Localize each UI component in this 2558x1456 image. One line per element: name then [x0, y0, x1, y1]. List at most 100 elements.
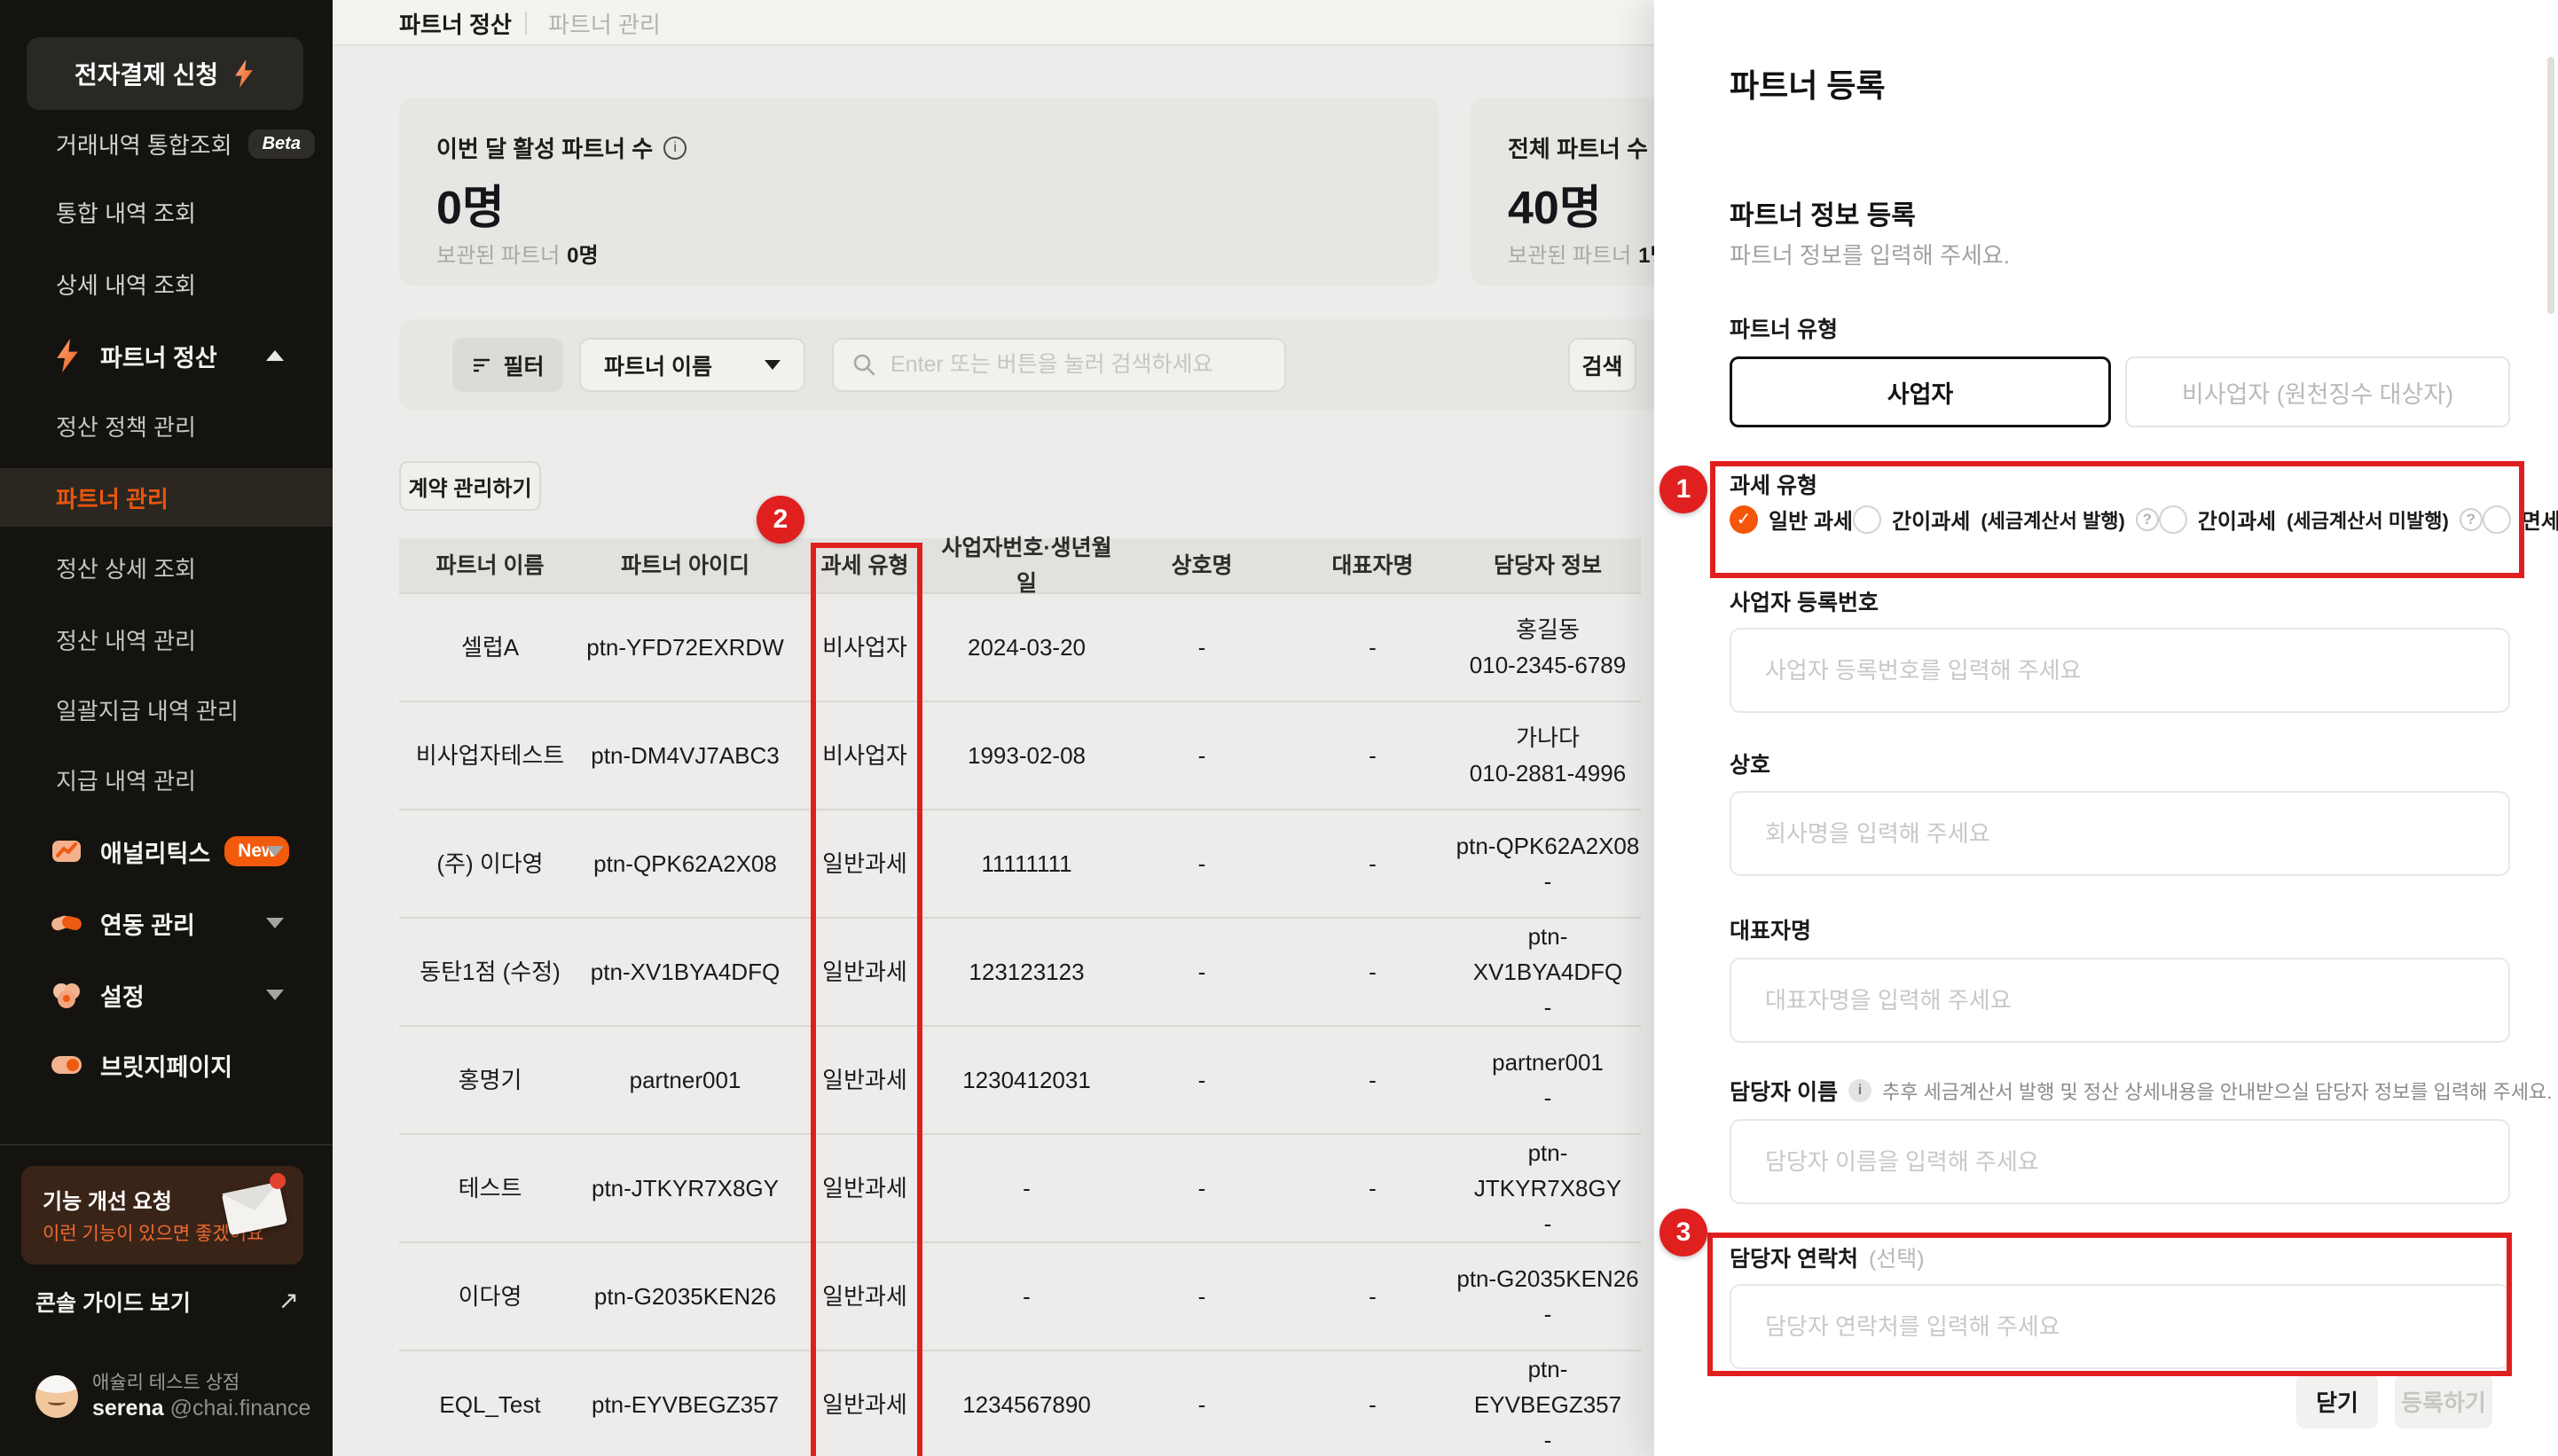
ceo-name-input[interactable]: [1730, 958, 2510, 1043]
drawer-section-desc: 파트너 정보를 입력해 주세요.: [1730, 238, 2010, 270]
cell-name: 이다영: [399, 1279, 581, 1314]
cell-biz: 1993-02-08: [940, 738, 1113, 773]
cell-biz: 1230412031: [940, 1062, 1113, 1098]
cell-contact: ptn-JTKYR7X8GY-: [1455, 1135, 1641, 1241]
sidebar-item-detail-history[interactable]: 상세 내역 조회: [0, 257, 333, 310]
feature-request-card[interactable]: 기능 개선 요청 이런 기능이 있으면 좋겠어요: [21, 1166, 303, 1264]
search-icon: [851, 352, 876, 377]
search-field-dropdown[interactable]: 파트너 이름: [579, 338, 805, 392]
radio-checked-icon: ✓: [1730, 505, 1758, 534]
toggle-icon: [49, 1047, 84, 1083]
trade-name-input[interactable]: [1730, 791, 2510, 876]
partner-type-label: 파트너 유형: [1730, 312, 1838, 344]
sidebar-section-analytics[interactable]: 애널리틱스 New: [0, 825, 333, 878]
biz-number-label: 사업자 등록번호: [1730, 585, 1879, 617]
type-option-business[interactable]: 사업자: [1730, 356, 2111, 427]
table-row[interactable]: 이다영 ptn-G2035KEN26 일반과세 - - - ptn-G2035K…: [399, 1241, 1641, 1350]
e-payment-apply-button[interactable]: 전자결제 신청: [27, 37, 303, 110]
cell-tax: 일반과세: [789, 1062, 940, 1098]
cell-trade: -: [1113, 738, 1291, 773]
cell-pid: ptn-G2035KEN26: [581, 1279, 789, 1314]
cell-ceo: -: [1291, 846, 1455, 881]
console-guide-link[interactable]: 콘솔 가이드 보기: [35, 1284, 302, 1319]
search-button[interactable]: 검색: [1568, 338, 1636, 392]
sidebar-item-bulk-payment[interactable]: 일괄지급 내역 관리: [0, 683, 333, 736]
manager-name-input[interactable]: [1730, 1119, 2510, 1204]
cell-biz: -: [940, 1279, 1113, 1314]
manager-contact-field-wrap: [1730, 1284, 2510, 1369]
sidebar-section-partner-settlement[interactable]: 파트너 정산: [0, 329, 333, 382]
sidebar-divider: [0, 1144, 333, 1146]
cell-trade: -: [1113, 954, 1291, 990]
cell-name: EQL_Test: [399, 1387, 581, 1422]
cell-name: (주) 이다영: [399, 846, 581, 881]
table-row[interactable]: EQL_Test ptn-EYVBEGZ357 일반과세 1234567890 …: [399, 1350, 1641, 1456]
store-name: 애슐리 테스트 상점: [92, 1372, 310, 1395]
info-icon[interactable]: i: [663, 137, 687, 160]
ceo-name-field-wrap: [1730, 958, 2510, 1043]
profile-section[interactable]: 애슐리 테스트 상점 serena @chai.finance: [35, 1366, 319, 1428]
cell-name: 비사업자테스트: [399, 738, 581, 773]
sidebar-item-partner-management[interactable]: 파트너 관리: [0, 471, 333, 524]
tax-type-radio-group: ✓ 일반 과세 간이과세 (세금계산서 발행) ? 간이과세 (세금계산서 미발…: [1730, 504, 2503, 535]
type-option-individual[interactable]: 비사업자 (원천징수 대상자): [2125, 356, 2510, 427]
cell-biz: -: [940, 1170, 1113, 1206]
help-icon[interactable]: ?: [2460, 508, 2483, 531]
biz-number-input[interactable]: [1730, 628, 2510, 713]
radio-tax-free[interactable]: 면세: [2483, 504, 2558, 535]
stat-label: 이번 달 활성 파트너 수 i: [436, 131, 687, 164]
sidebar-section-settings[interactable]: 설정: [0, 968, 333, 1022]
help-icon[interactable]: ?: [2136, 508, 2159, 531]
envelope-icon: [222, 1182, 288, 1236]
submit-button[interactable]: 등록하기: [2395, 1374, 2492, 1429]
cell-contact: 홍길동010-2345-6789: [1455, 612, 1641, 683]
tab-partner-management[interactable]: 파트너 관리: [548, 0, 661, 46]
manager-contact-input[interactable]: [1730, 1284, 2510, 1369]
filter-button[interactable]: 필터: [452, 338, 563, 392]
sidebar-item-settlement-history[interactable]: 정산 내역 관리: [0, 613, 333, 666]
sidebar-item-integrated-history[interactable]: 통합 내역 조회: [0, 185, 333, 239]
cell-pid: partner001: [581, 1062, 789, 1098]
cta-label: 전자결제 신청: [75, 56, 218, 91]
close-button[interactable]: 닫기: [2296, 1374, 2378, 1429]
info-icon[interactable]: i: [1848, 1079, 1871, 1102]
cell-contact: ptn-G2035KEN26-: [1455, 1261, 1641, 1332]
table-row[interactable]: 동탄1점 (수정) ptn-XV1BYA4DFQ 일반과세 123123123 …: [399, 917, 1641, 1025]
link-pills-icon: [49, 905, 84, 941]
table-row[interactable]: 홍명기 partner001 일반과세 1230412031 - - partn…: [399, 1025, 1641, 1133]
cell-pid: ptn-QPK62A2X08: [581, 846, 789, 881]
sidebar-section-bridgepage[interactable]: 브릿지페이지: [0, 1038, 333, 1092]
sidebar-item-transactions[interactable]: 거래내역 통합조회 Beta: [0, 117, 333, 170]
tab-partner-settlement[interactable]: 파트너 정산: [399, 0, 512, 46]
sidebar-section-integration[interactable]: 연동 관리: [0, 896, 333, 950]
table-row[interactable]: (주) 이다영 ptn-QPK62A2X08 일반과세 11111111 - -…: [399, 809, 1641, 917]
cell-biz: 2024-03-20: [940, 630, 1113, 665]
search-input[interactable]: [832, 338, 1286, 392]
sidebar-item-payment-history[interactable]: 지급 내역 관리: [0, 753, 333, 806]
cell-ceo: -: [1291, 738, 1455, 773]
radio-unchecked-icon: [2483, 505, 2511, 534]
cell-ceo: -: [1291, 1062, 1455, 1098]
biz-number-field-wrap: [1730, 628, 2510, 713]
cell-trade: -: [1113, 630, 1291, 665]
cell-pid: ptn-XV1BYA4DFQ: [581, 954, 789, 990]
table-row[interactable]: 테스트 ptn-JTKYR7X8GY 일반과세 - - - ptn-JTKYR7…: [399, 1133, 1641, 1241]
sidebar: 전자결제 신청 거래내역 통합조회 Beta 통합 내역 조회 상세 내역 조회: [0, 0, 333, 1456]
cell-tax: 일반과세: [789, 846, 940, 881]
sidebar-item-settlement-detail[interactable]: 정산 상세 조회: [0, 541, 333, 594]
sidebar-item-settlement-policy[interactable]: 정산 정책 관리: [0, 399, 333, 452]
trade-name-label: 상호: [1730, 748, 1770, 779]
cell-name: 홍명기: [399, 1062, 581, 1098]
table-row[interactable]: 셀럽A ptn-YFD72EXRDW 비사업자 2024-03-20 - - 홍…: [399, 592, 1641, 701]
radio-general-tax[interactable]: ✓ 일반 과세: [1730, 504, 1853, 535]
contract-manage-button[interactable]: 계약 관리하기: [399, 461, 541, 511]
col-contact-info: 담당자 정보: [1455, 548, 1641, 583]
radio-simplified-tax-no-invoice[interactable]: 간이과세 (세금계산서 미발행) ?: [2159, 504, 2483, 535]
annotation-circle-1: 1: [1660, 466, 1707, 513]
cell-ceo: -: [1291, 954, 1455, 990]
table-row[interactable]: 비사업자테스트 ptn-DM4VJ7ABC3 비사업자 1993-02-08 -…: [399, 701, 1641, 809]
drawer-scrollbar[interactable]: [2547, 57, 2554, 314]
radio-simplified-tax-invoice[interactable]: 간이과세 (세금계산서 발행) ?: [1853, 504, 2159, 535]
cell-trade: -: [1113, 1170, 1291, 1206]
cell-contact: ptn-QPK62A2X08-: [1455, 828, 1641, 899]
